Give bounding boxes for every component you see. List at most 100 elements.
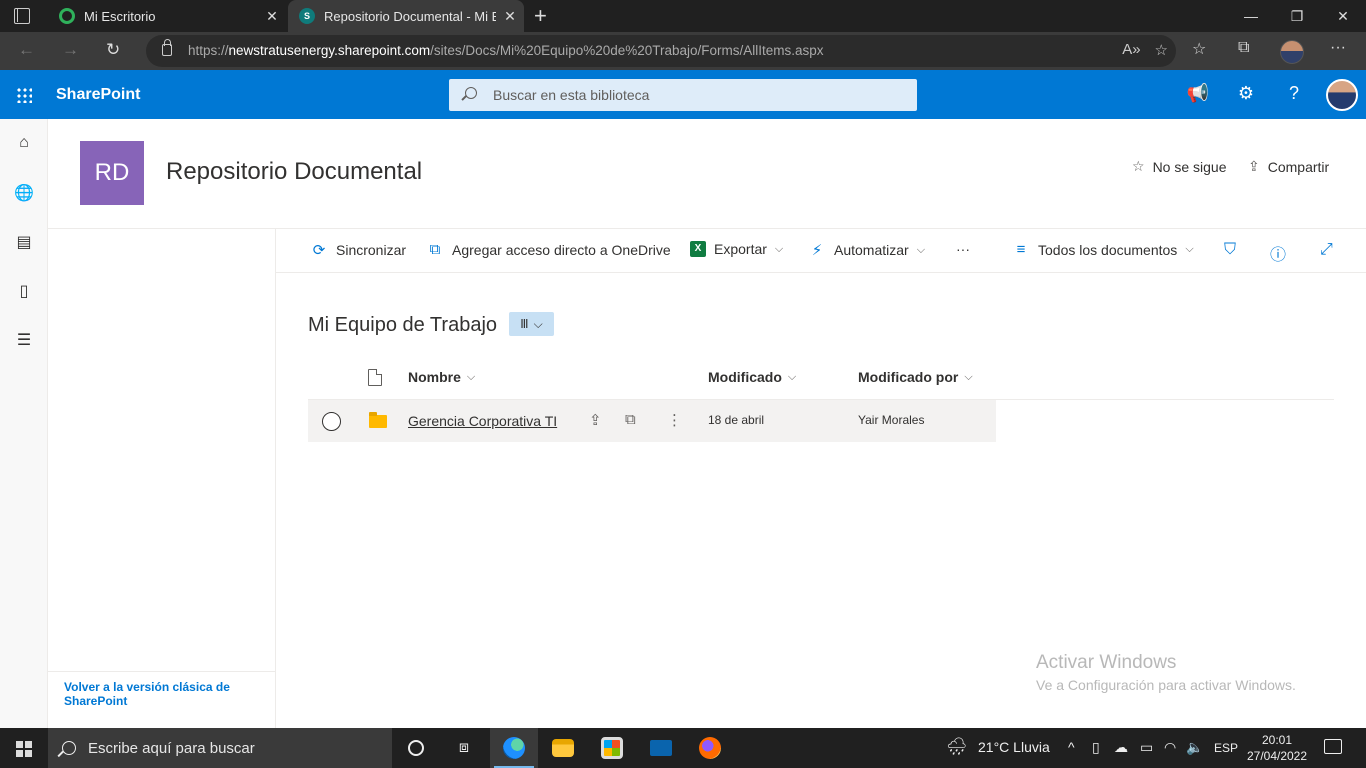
column-header-modified-by[interactable]: Modificado por ⌵ [858,369,973,385]
add-shortcut-button[interactable]: ⧉ Agregar acceso directo a OneDrive [426,241,671,258]
clock-date: 27/04/2022 [1246,749,1308,763]
store-icon[interactable] [588,728,636,768]
system-clock[interactable]: 20:01 27/04/2022 [1246,732,1308,764]
url-text[interactable]: https://newstratusenergy.sharepoint.com/… [188,43,824,58]
settings-gear-icon[interactable]: ⚙ [1234,83,1258,104]
edge-icon[interactable] [490,728,538,768]
globe-icon[interactable]: 🌐 [14,183,34,203]
file-explorer-icon[interactable] [539,728,587,768]
site-logo[interactable]: RD [80,141,144,205]
windows-start-icon[interactable] [16,741,32,757]
chevron-down-icon: ⌵ [1185,243,1194,255]
app-name[interactable]: SharePoint [56,86,140,104]
modified-cell: 18 de abril [708,413,765,427]
filter-icon[interactable]: ⛉ [1224,241,1236,259]
cortana-icon[interactable] [392,728,440,768]
close-tab-icon[interactable]: ✕ [258,8,286,25]
minimize-icon[interactable]: — [1228,0,1274,32]
file-type-column-icon[interactable] [368,369,382,386]
library-icon: Ⅲ [520,317,529,331]
table-row[interactable]: Gerencia Corporativa TI ⇪ ⧉ ⋮ 18 de abri… [308,400,996,442]
document-icon[interactable]: ▯ [14,281,34,301]
language-indicator[interactable]: ESP [1214,741,1238,755]
wifi-icon[interactable]: ◠ [1164,739,1176,756]
mail-icon[interactable] [637,728,685,768]
collections-icon[interactable]: ⧉ [1238,39,1249,57]
folder-icon [369,412,387,428]
browser-tab-mi-escritorio[interactable]: Mi Escritorio ✕ [48,0,286,32]
onedrive-cloud-icon[interactable]: ☁ [1114,739,1128,756]
close-tab-icon[interactable]: ✕ [496,8,524,25]
activation-watermark-title: Activar Windows [1036,652,1177,673]
usb-icon[interactable]: ▯ [1092,739,1100,756]
forward-icon[interactable]: → [62,40,79,60]
view-selector[interactable]: ≡ Todos los documentos ⌵ [1012,241,1194,258]
show-hidden-icons-icon[interactable]: ^ [1068,739,1075,755]
megaphone-icon[interactable]: 📢 [1186,83,1210,104]
row-select-checkbox[interactable] [322,412,341,431]
more-options-icon[interactable]: ··· [1330,39,1346,57]
library-search[interactable] [449,79,917,111]
weather-icon[interactable]: 🌧 [946,737,968,757]
chevron-down-icon: ⌵ [774,242,784,255]
home-icon[interactable]: ⌂ [14,134,34,154]
add-favorite-icon[interactable]: ☆ [1155,41,1168,59]
folder-name-link[interactable]: Gerencia Corporativa TI [408,413,557,429]
lock-icon[interactable] [162,39,172,56]
firefox-icon[interactable] [686,728,734,768]
profile-avatar[interactable] [1280,40,1304,64]
export-button[interactable]: X Exportar ⌵ [690,241,783,257]
automate-button[interactable]: ⚡ Automatizar ⌵ [808,241,925,259]
restore-icon[interactable]: ❐ [1274,0,1320,32]
sync-icon: ⟳ [312,242,326,259]
chevron-down-icon: ⌵ [964,370,973,383]
expand-icon[interactable]: ⤢ [1320,241,1333,259]
chevron-down-icon: ⌵ [533,316,543,331]
volume-icon[interactable]: 🔈 [1186,739,1203,756]
more-commands-button[interactable]: ··· [956,241,970,257]
column-header-modified[interactable]: Modificado ⌵ [708,369,796,385]
news-icon[interactable]: ▤ [14,232,34,252]
share-button[interactable]: ⇪ Compartir [1248,158,1329,175]
sync-button[interactable]: ⟳ Sincronizar [310,241,406,259]
new-tab-icon[interactable]: + [534,3,547,29]
address-bar[interactable]: https://newstratusenergy.sharepoint.com/… [146,35,1176,67]
help-icon[interactable]: ? [1282,83,1306,104]
site-favicon-icon [59,8,75,24]
clock-time: 20:01 [1261,733,1293,747]
shortcut-icon: ⧉ [429,241,441,258]
share-icon[interactable]: ⇪ [589,411,602,429]
search-icon [465,87,477,99]
lists-icon[interactable]: ☰ [14,330,34,350]
modified-by-cell[interactable]: Yair Morales [858,413,924,427]
notifications-icon[interactable] [1324,739,1342,754]
chevron-down-icon: ⌵ [466,370,476,383]
tab-actions-icon[interactable] [14,8,30,24]
classic-experience-link[interactable]: Volver a la versión clásica de SharePoin… [64,680,244,708]
close-window-icon[interactable]: ✕ [1320,0,1366,32]
task-view-icon[interactable]: ⧈ [440,728,488,768]
tab-title: Repositorio Documental - Mi Eq [324,8,496,24]
read-aloud-icon[interactable]: A» [1122,41,1140,59]
star-icon: ☆ [1132,158,1145,174]
info-icon[interactable]: ⓘ [1270,241,1286,265]
site-title[interactable]: Repositorio Documental [166,158,422,186]
tab-title: Mi Escritorio [84,8,156,24]
search-icon [62,741,76,755]
shortcut-icon[interactable]: ⧉ [625,411,636,428]
column-header-name[interactable]: Nombre ⌵ [408,369,475,385]
windows-taskbar: Escribe aquí para buscar ⧈ 🌧 21°C Lluvia… [0,728,1366,768]
refresh-icon[interactable]: ↻ [106,40,120,60]
follow-button[interactable]: ☆ No se sigue [1132,158,1227,175]
favorites-icon[interactable]: ☆ [1192,39,1206,59]
taskbar-search[interactable]: Escribe aquí para buscar [48,728,392,768]
back-icon[interactable]: ← [18,40,35,60]
weather-text[interactable]: 21°C Lluvia [978,739,1050,755]
battery-icon[interactable]: ▭ [1140,739,1153,756]
user-avatar[interactable] [1326,79,1358,111]
app-launcher-icon[interactable] [16,87,32,103]
search-input[interactable] [493,79,893,111]
more-actions-icon[interactable]: ⋮ [667,411,682,429]
browser-tab-repositorio[interactable]: S Repositorio Documental - Mi Eq ✕ [288,0,524,32]
library-views-button[interactable]: Ⅲ ⌵ [509,312,554,336]
